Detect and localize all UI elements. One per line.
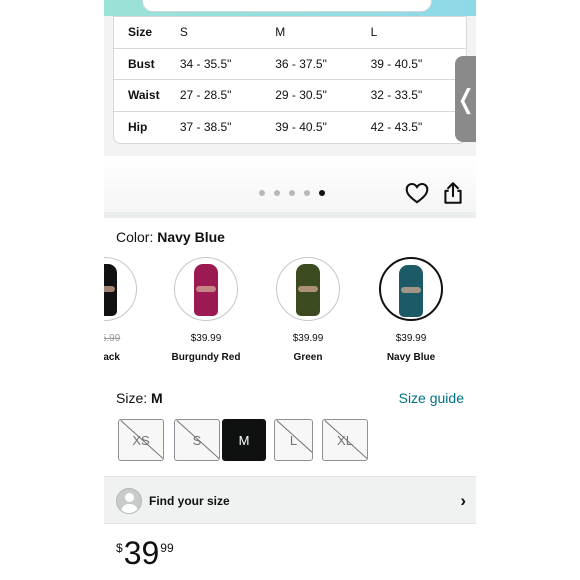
find-your-size-row[interactable]: Find your size › xyxy=(104,476,476,524)
swatch-name: ack xyxy=(104,352,120,363)
dress-thumbnail xyxy=(104,264,117,316)
size-option-xl[interactable]: XL xyxy=(322,419,368,461)
size-chart-header: Size xyxy=(114,17,180,49)
size-chart-cell: 29 - 30.5" xyxy=(275,80,371,112)
size-option-s[interactable]: S xyxy=(174,419,220,461)
image-carousel-dots[interactable] xyxy=(259,190,325,196)
carousel-dot-active[interactable] xyxy=(319,190,325,196)
size-option-l[interactable]: L xyxy=(274,419,313,461)
price-fraction: 99 xyxy=(160,541,174,555)
color-selected-value: Navy Blue xyxy=(157,229,225,245)
side-panel-tab[interactable]: ❬ xyxy=(455,56,477,142)
size-chart-header-row: Size S M L xyxy=(114,17,466,49)
size-chart-row: Hip 37 - 38.5" 39 - 40.5" 42 - 43.5" xyxy=(114,112,466,144)
color-label: Color: Navy Blue xyxy=(116,229,225,245)
search-bar[interactable] xyxy=(142,0,432,12)
product-price: $ 39 99 xyxy=(116,537,174,569)
size-chart-table: Size S M L Bust 34 - 35.5" 36 - 37.5" 39… xyxy=(113,16,467,144)
size-chart-cell: 39 - 40.5" xyxy=(370,49,466,80)
user-avatar-icon xyxy=(116,488,142,514)
size-chart-row-label: Bust xyxy=(114,49,180,80)
carousel-dot[interactable] xyxy=(274,190,280,196)
size-option-xs[interactable]: XS xyxy=(118,419,164,461)
size-chart-header: L xyxy=(370,17,466,49)
carousel-dot[interactable] xyxy=(304,190,310,196)
size-chart-cell: 27 - 28.5" xyxy=(179,80,276,112)
product-page: Size S M L Bust 34 - 35.5" 36 - 37.5" 39… xyxy=(104,0,476,580)
size-chart-row: Waist 27 - 28.5" 29 - 30.5" 32 - 33.5" xyxy=(114,80,466,112)
size-chart-area: Size S M L Bust 34 - 35.5" 36 - 37.5" 39… xyxy=(104,16,476,156)
swatch-price: $25.99 xyxy=(104,333,121,344)
dress-thumbnail xyxy=(296,264,320,316)
section-divider xyxy=(104,212,476,218)
chevron-left-icon: ❬ xyxy=(455,84,477,114)
carousel-dot[interactable] xyxy=(289,190,295,196)
dress-thumbnail xyxy=(194,264,218,316)
price-symbol: $ xyxy=(116,541,123,555)
carousel-dot[interactable] xyxy=(259,190,265,196)
size-chart-header: S xyxy=(179,17,276,49)
swatch-price: $39.99 xyxy=(292,333,324,344)
size-chart-cell: 34 - 35.5" xyxy=(179,49,276,80)
size-selected-value: M xyxy=(151,390,163,406)
color-label-prefix: Color: xyxy=(116,229,154,245)
size-chart-cell: 36 - 37.5" xyxy=(275,49,371,80)
size-chart-cell: 37 - 38.5" xyxy=(179,120,232,135)
size-chart-cell: 32 - 33.5" xyxy=(370,80,466,112)
size-chart-header: M xyxy=(275,17,371,49)
image-controls xyxy=(104,156,476,212)
swatch-name: Burgundy Red xyxy=(171,352,241,363)
share-icon[interactable] xyxy=(440,180,466,206)
size-option-m[interactable]: M xyxy=(222,419,266,461)
size-label-prefix: Size: xyxy=(116,390,148,406)
find-your-size-label: Find your size xyxy=(149,494,230,508)
dress-thumbnail xyxy=(399,265,423,317)
price-whole: 39 xyxy=(123,535,160,571)
size-chart-cell: 42 - 43.5" xyxy=(370,120,423,135)
swatch-navy-blue[interactable] xyxy=(379,257,443,321)
swatch-name: Green xyxy=(293,352,323,363)
chevron-right-icon: › xyxy=(460,491,466,510)
swatch-name: Navy Blue xyxy=(386,352,436,363)
swatch-green[interactable] xyxy=(276,257,340,321)
size-chart-row-label: Waist xyxy=(114,80,180,112)
heart-icon[interactable] xyxy=(404,180,430,206)
size-chart-cell: 39 - 40.5" xyxy=(275,120,327,135)
swatch-black[interactable] xyxy=(104,257,137,321)
size-chart-row: Bust 34 - 35.5" 36 - 37.5" 39 - 40.5" xyxy=(114,49,466,80)
size-guide-link[interactable]: Size guide xyxy=(399,390,464,406)
size-chart-row-label: Hip xyxy=(128,120,148,135)
size-label: Size: M xyxy=(116,390,163,406)
swatch-price: $39.99 xyxy=(190,333,222,344)
swatch-price: $39.99 xyxy=(395,333,427,344)
top-banner xyxy=(104,0,476,16)
swatch-burgundy-red[interactable] xyxy=(174,257,238,321)
